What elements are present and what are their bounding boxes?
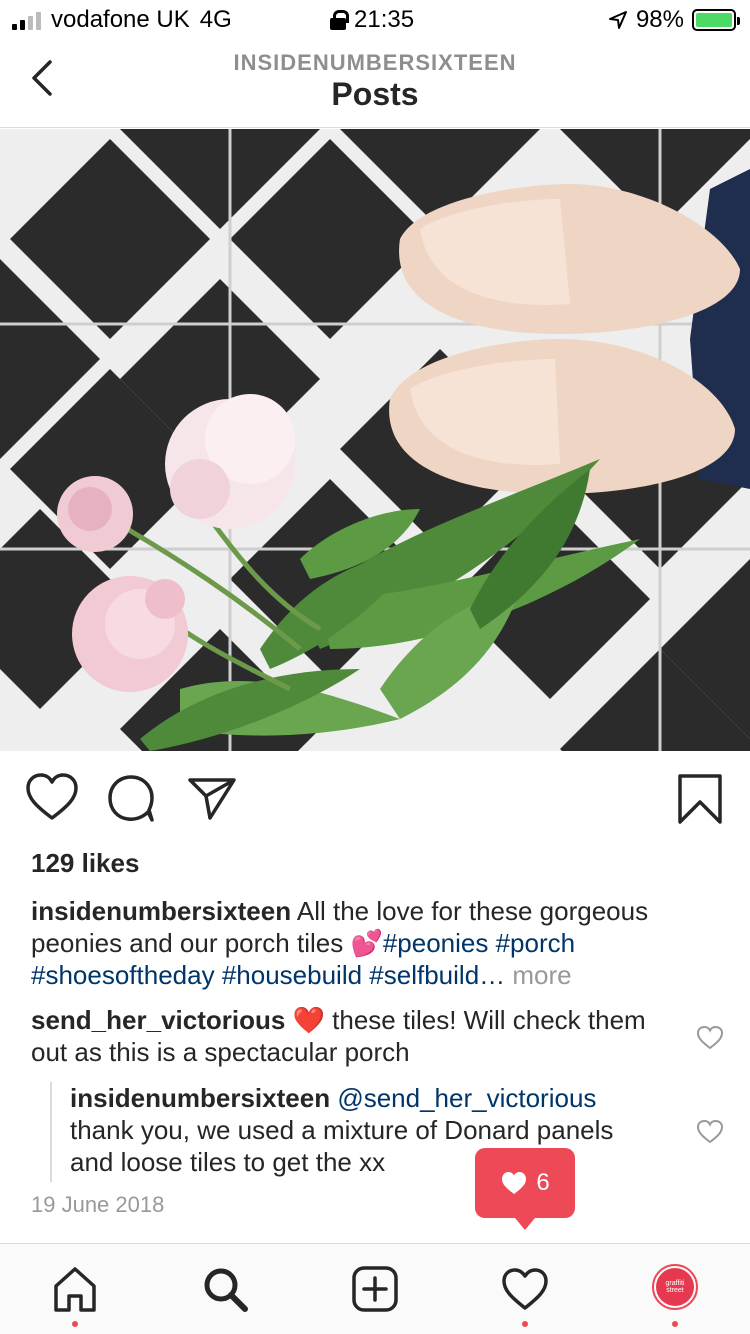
search-icon[interactable] — [200, 1264, 250, 1314]
status-center: 21:35 — [330, 6, 414, 34]
caption-username[interactable]: insidenumbersixteen — [31, 896, 291, 926]
nav-header: INSIDENUMBERSIXTEEN Posts — [0, 40, 750, 128]
post-photo — [0, 129, 750, 751]
lock-icon — [330, 10, 349, 30]
comment-bubble-icon[interactable] — [104, 770, 160, 826]
status-right: 98% — [608, 6, 740, 34]
post-image[interactable] — [0, 129, 750, 751]
comment-like-icon[interactable] — [696, 1024, 724, 1052]
account-name[interactable]: INSIDENUMBERSIXTEEN — [0, 50, 750, 76]
battery-percent: 98% — [635, 6, 684, 33]
reply-mention[interactable]: @send_her_victorious — [337, 1083, 596, 1113]
reply-tail: xx — [359, 1147, 386, 1177]
likes-count[interactable]: 129 likes — [31, 848, 139, 879]
activity-dot — [522, 1321, 528, 1327]
signal-icon — [12, 10, 41, 30]
time-label: 21:35 — [354, 6, 415, 33]
bookmark-icon[interactable] — [672, 770, 728, 826]
post-caption: insidenumbersixteen All the love for the… — [31, 895, 721, 991]
activity-notification[interactable]: 6 — [475, 1148, 575, 1230]
carrier-label: vodafone UK — [51, 6, 190, 33]
post-actions — [0, 770, 750, 830]
home-icon[interactable] — [50, 1264, 100, 1314]
tab-bar: graffiti street — [0, 1243, 750, 1334]
profile-avatar[interactable]: graffiti street — [652, 1264, 698, 1310]
activity-heart-icon[interactable] — [500, 1264, 550, 1314]
like-heart-icon[interactable] — [24, 770, 80, 826]
comment: send_her_victorious ❤️ these tiles! Will… — [31, 1004, 671, 1068]
reply-thread-line — [50, 1082, 52, 1182]
comment-emoji: ❤️ — [292, 1005, 325, 1035]
post-date: 19 June 2018 — [31, 1192, 165, 1217]
location-icon — [608, 11, 627, 29]
home-dot — [72, 1321, 78, 1327]
battery-icon — [692, 9, 740, 31]
heart-filled-icon — [502, 1172, 527, 1194]
profile-dot — [672, 1321, 678, 1327]
status-left: vodafone UK 4G — [12, 6, 232, 34]
caption-emoji: 💕 — [350, 928, 383, 958]
hashtag-link[interactable]: #housebuild — [222, 960, 362, 990]
hashtag-link[interactable]: #peonies — [383, 928, 489, 958]
reply-like-icon[interactable] — [696, 1118, 724, 1146]
status-bar: vodafone UK 4G 21:35 98% — [0, 0, 750, 40]
comment-username[interactable]: send_her_victorious — [31, 1005, 285, 1035]
more-link[interactable]: more — [512, 960, 571, 990]
notification-count: 6 — [536, 1169, 550, 1196]
hashtag-link[interactable]: #shoesoftheday — [31, 960, 215, 990]
share-send-icon[interactable] — [184, 770, 240, 826]
network-label: 4G — [199, 6, 232, 33]
hashtag-link[interactable]: #selfbuild… — [369, 960, 505, 990]
reply-username[interactable]: insidenumbersixteen — [70, 1083, 330, 1113]
new-post-icon[interactable] — [350, 1264, 400, 1314]
hashtag-link[interactable]: #porch — [496, 928, 576, 958]
avatar-text: graffiti street — [656, 1268, 694, 1306]
page-title: Posts — [331, 76, 419, 112]
